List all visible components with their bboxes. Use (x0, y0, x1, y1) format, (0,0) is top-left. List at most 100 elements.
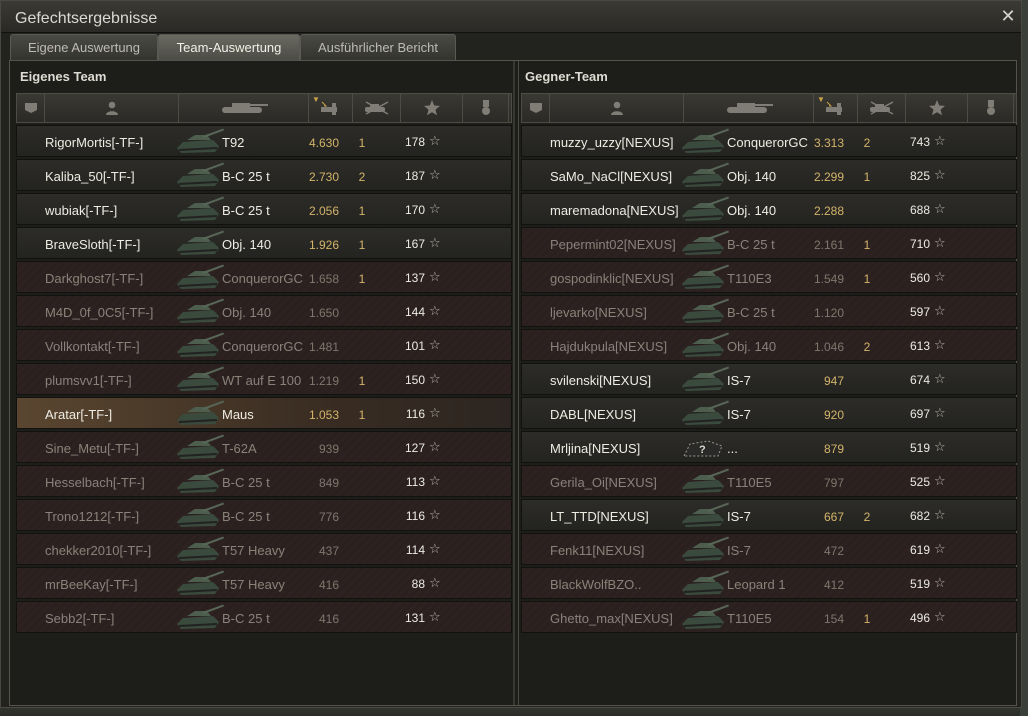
damage-value: 920 (823, 408, 844, 422)
tank-silhouette-icon (678, 298, 732, 326)
player-row[interactable]: Mrljina[NEXUS]?... 879 519 ☆ (521, 431, 1017, 463)
player-row[interactable]: Ghetto_max[NEXUS] T110E5 154 1 496 ☆ (521, 601, 1017, 633)
column-header-player-icon[interactable] (45, 94, 179, 122)
xp-star-icon (423, 100, 440, 116)
tank-silhouette-icon (173, 468, 227, 496)
player-row[interactable]: M4D_0f_0C5[-TF-] Obj. 140 1.650 144 ☆ (16, 295, 512, 327)
player-name[interactable]: Darkghost7[-TF-] (45, 271, 185, 286)
column-header-medal-icon[interactable] (968, 94, 1014, 122)
tank-silhouette-icon (173, 230, 227, 258)
player-name[interactable]: Ghetto_max[NEXUS] (550, 611, 690, 626)
star-icon: ☆ (429, 575, 441, 590)
player-row[interactable]: RigorMortis[-TF-] T92 4.630 1 178 ☆ (16, 125, 512, 157)
player-name[interactable]: wubiak[-TF-] (45, 203, 185, 218)
column-header-kills-icon[interactable] (858, 94, 906, 122)
tab-eigene-auswertung[interactable]: Eigene Auswertung (10, 34, 158, 60)
player-row[interactable]: Kaliba_50[-TF-] B-C 25 t 2.730 2 187 ☆ (16, 159, 512, 191)
tank-silhouette-icon (678, 604, 732, 632)
tab-team-auswertung[interactable]: Team-Auswertung (158, 34, 300, 60)
player-row[interactable]: Fenk11[NEXUS] IS-7 472 619 ☆ (521, 533, 1017, 565)
damage-value: 2.056 (308, 204, 339, 218)
svg-text:?: ? (699, 444, 706, 456)
player-row[interactable]: Trono1212[-TF-] B-C 25 t 776 116 ☆ (16, 499, 512, 531)
player-name[interactable]: DABL[NEXUS] (550, 407, 690, 422)
player-row[interactable]: Hajdukpula[NEXUS] Obj. 140 1.046 2 613 ☆ (521, 329, 1017, 361)
player-row[interactable]: wubiak[-TF-] B-C 25 t 2.056 1 170 ☆ (16, 193, 512, 225)
player-row[interactable]: LT_TTD[NEXUS] IS-7 667 2 682 ☆ (521, 499, 1017, 531)
player-row[interactable]: Aratar[-TF-] Maus 1.053 1 116 ☆ (16, 397, 512, 429)
player-name[interactable]: BraveSloth[-TF-] (45, 237, 185, 252)
tank-silhouette-icon (173, 196, 227, 224)
player-name[interactable]: Aratar[-TF-] (45, 407, 185, 422)
column-header-xp-star-icon[interactable] (401, 94, 463, 122)
player-row[interactable]: Sine_Metu[-TF-] T-62A 939 127 ☆ (16, 431, 512, 463)
player-name[interactable]: Hesselbach[-TF-] (45, 475, 185, 490)
tank-silhouette-icon (173, 298, 227, 326)
player-row[interactable]: SaMo_NaCl[NEXUS] Obj. 140 2.299 1 825 ☆ (521, 159, 1017, 191)
player-row[interactable]: Sebb2[-TF-] B-C 25 t 416 131 ☆ (16, 601, 512, 633)
player-row[interactable]: Gerila_Oi[NEXUS] T110E5 797 525 ☆ (521, 465, 1017, 497)
tank-silhouette-icon (678, 400, 732, 428)
player-row[interactable]: gospodinklic[NEXUS] T110E3 1.549 1 560 ☆ (521, 261, 1017, 293)
star-icon: ☆ (429, 269, 441, 284)
tank-silhouette-icon (173, 264, 227, 292)
tab-ausfuehrlicher-bericht[interactable]: Ausführlicher Bericht (300, 34, 456, 60)
player-name[interactable]: M4D_0f_0C5[-TF-] (45, 305, 185, 320)
player-name[interactable]: maremadona[NEXUS] (550, 203, 690, 218)
column-header-xp-star-icon[interactable] (906, 94, 968, 122)
player-name[interactable]: Trono1212[-TF-] (45, 509, 185, 524)
player-name[interactable]: Vollkontakt[-TF-] (45, 339, 185, 354)
player-row[interactable]: muzzy_uzzy[NEXUS] ConquerorGC 3.313 2 743 ☆ (521, 125, 1017, 157)
player-name[interactable]: Fenk11[NEXUS] (550, 543, 690, 558)
player-name[interactable]: BlackWolfBZO.. (550, 577, 690, 592)
column-header-squad-icon[interactable] (17, 94, 45, 122)
player-row[interactable]: ljevarko[NEXUS] B-C 25 t 1.120 597 ☆ (521, 295, 1017, 327)
player-name[interactable]: svilenski[NEXUS] (550, 373, 690, 388)
player-name[interactable]: Gerila_Oi[NEXUS] (550, 475, 690, 490)
damage-icon (825, 101, 847, 115)
column-header-damage-icon[interactable]: ▼ (814, 94, 858, 122)
player-name[interactable]: LT_TTD[NEXUS] (550, 509, 690, 524)
player-name[interactable]: Hajdukpula[NEXUS] (550, 339, 690, 354)
damage-value: 939 (318, 442, 339, 456)
column-header-tank-icon[interactable] (179, 94, 309, 122)
column-header-player-icon[interactable] (550, 94, 684, 122)
close-icon[interactable]: ✕ (999, 7, 1017, 25)
player-row[interactable]: Pepermint02[NEXUS] B-C 25 t 2.161 1 710 ☆ (521, 227, 1017, 259)
player-name[interactable]: RigorMortis[-TF-] (45, 135, 185, 150)
player-row[interactable]: BraveSloth[-TF-] Obj. 140 1.926 1 167 ☆ (16, 227, 512, 259)
player-row[interactable]: BlackWolfBZO.. Leopard 1 412 519 ☆ (521, 567, 1017, 599)
column-header-squad-icon[interactable] (522, 94, 550, 122)
player-row[interactable]: plumsvv1[-TF-] WT auf E 100 1.219 1 150 ☆ (16, 363, 512, 395)
star-icon: ☆ (934, 303, 946, 318)
star-icon: ☆ (934, 405, 946, 420)
player-row[interactable]: DABL[NEXUS] IS-7 920 697 ☆ (521, 397, 1017, 429)
titlebar: Gefechtsergebnisse ✕ (1, 1, 1021, 33)
player-name[interactable]: Sine_Metu[-TF-] (45, 441, 185, 456)
star-icon: ☆ (934, 269, 946, 284)
player-name[interactable]: mrBeeKay[-TF-] (45, 577, 185, 592)
player-row[interactable]: maremadona[NEXUS] Obj. 140 2.288 688 ☆ (521, 193, 1017, 225)
column-header-kills-icon[interactable] (353, 94, 401, 122)
player-name[interactable]: Pepermint02[NEXUS] (550, 237, 690, 252)
player-row[interactable]: Darkghost7[-TF-] ConquerorGC 1.658 1 137 ☆ (16, 261, 512, 293)
player-row[interactable]: Hesselbach[-TF-] B-C 25 t 849 113 ☆ (16, 465, 512, 497)
player-name[interactable]: Kaliba_50[-TF-] (45, 169, 185, 184)
column-header-tank-icon[interactable] (684, 94, 814, 122)
player-name[interactable]: Mrljina[NEXUS] (550, 441, 690, 456)
column-header-damage-icon[interactable]: ▼ (309, 94, 353, 122)
player-name[interactable]: chekker2010[-TF-] (45, 543, 185, 558)
column-header-medal-icon[interactable] (463, 94, 509, 122)
player-row[interactable]: chekker2010[-TF-] T57 Heavy 437 114 ☆ (16, 533, 512, 565)
player-name[interactable]: muzzy_uzzy[NEXUS] (550, 135, 690, 150)
player-name[interactable]: Sebb2[-TF-] (45, 611, 185, 626)
damage-value: 437 (318, 544, 339, 558)
player-name[interactable]: ljevarko[NEXUS] (550, 305, 690, 320)
player-row[interactable]: Vollkontakt[-TF-] ConquerorGC 1.481 101 ☆ (16, 329, 512, 361)
tank-silhouette-icon (173, 502, 227, 530)
player-name[interactable]: gospodinklic[NEXUS] (550, 271, 690, 286)
player-name[interactable]: plumsvv1[-TF-] (45, 373, 185, 388)
player-row[interactable]: svilenski[NEXUS] IS-7 947 674 ☆ (521, 363, 1017, 395)
player-row[interactable]: mrBeeKay[-TF-] T57 Heavy 416 88 ☆ (16, 567, 512, 599)
player-name[interactable]: SaMo_NaCl[NEXUS] (550, 169, 690, 184)
